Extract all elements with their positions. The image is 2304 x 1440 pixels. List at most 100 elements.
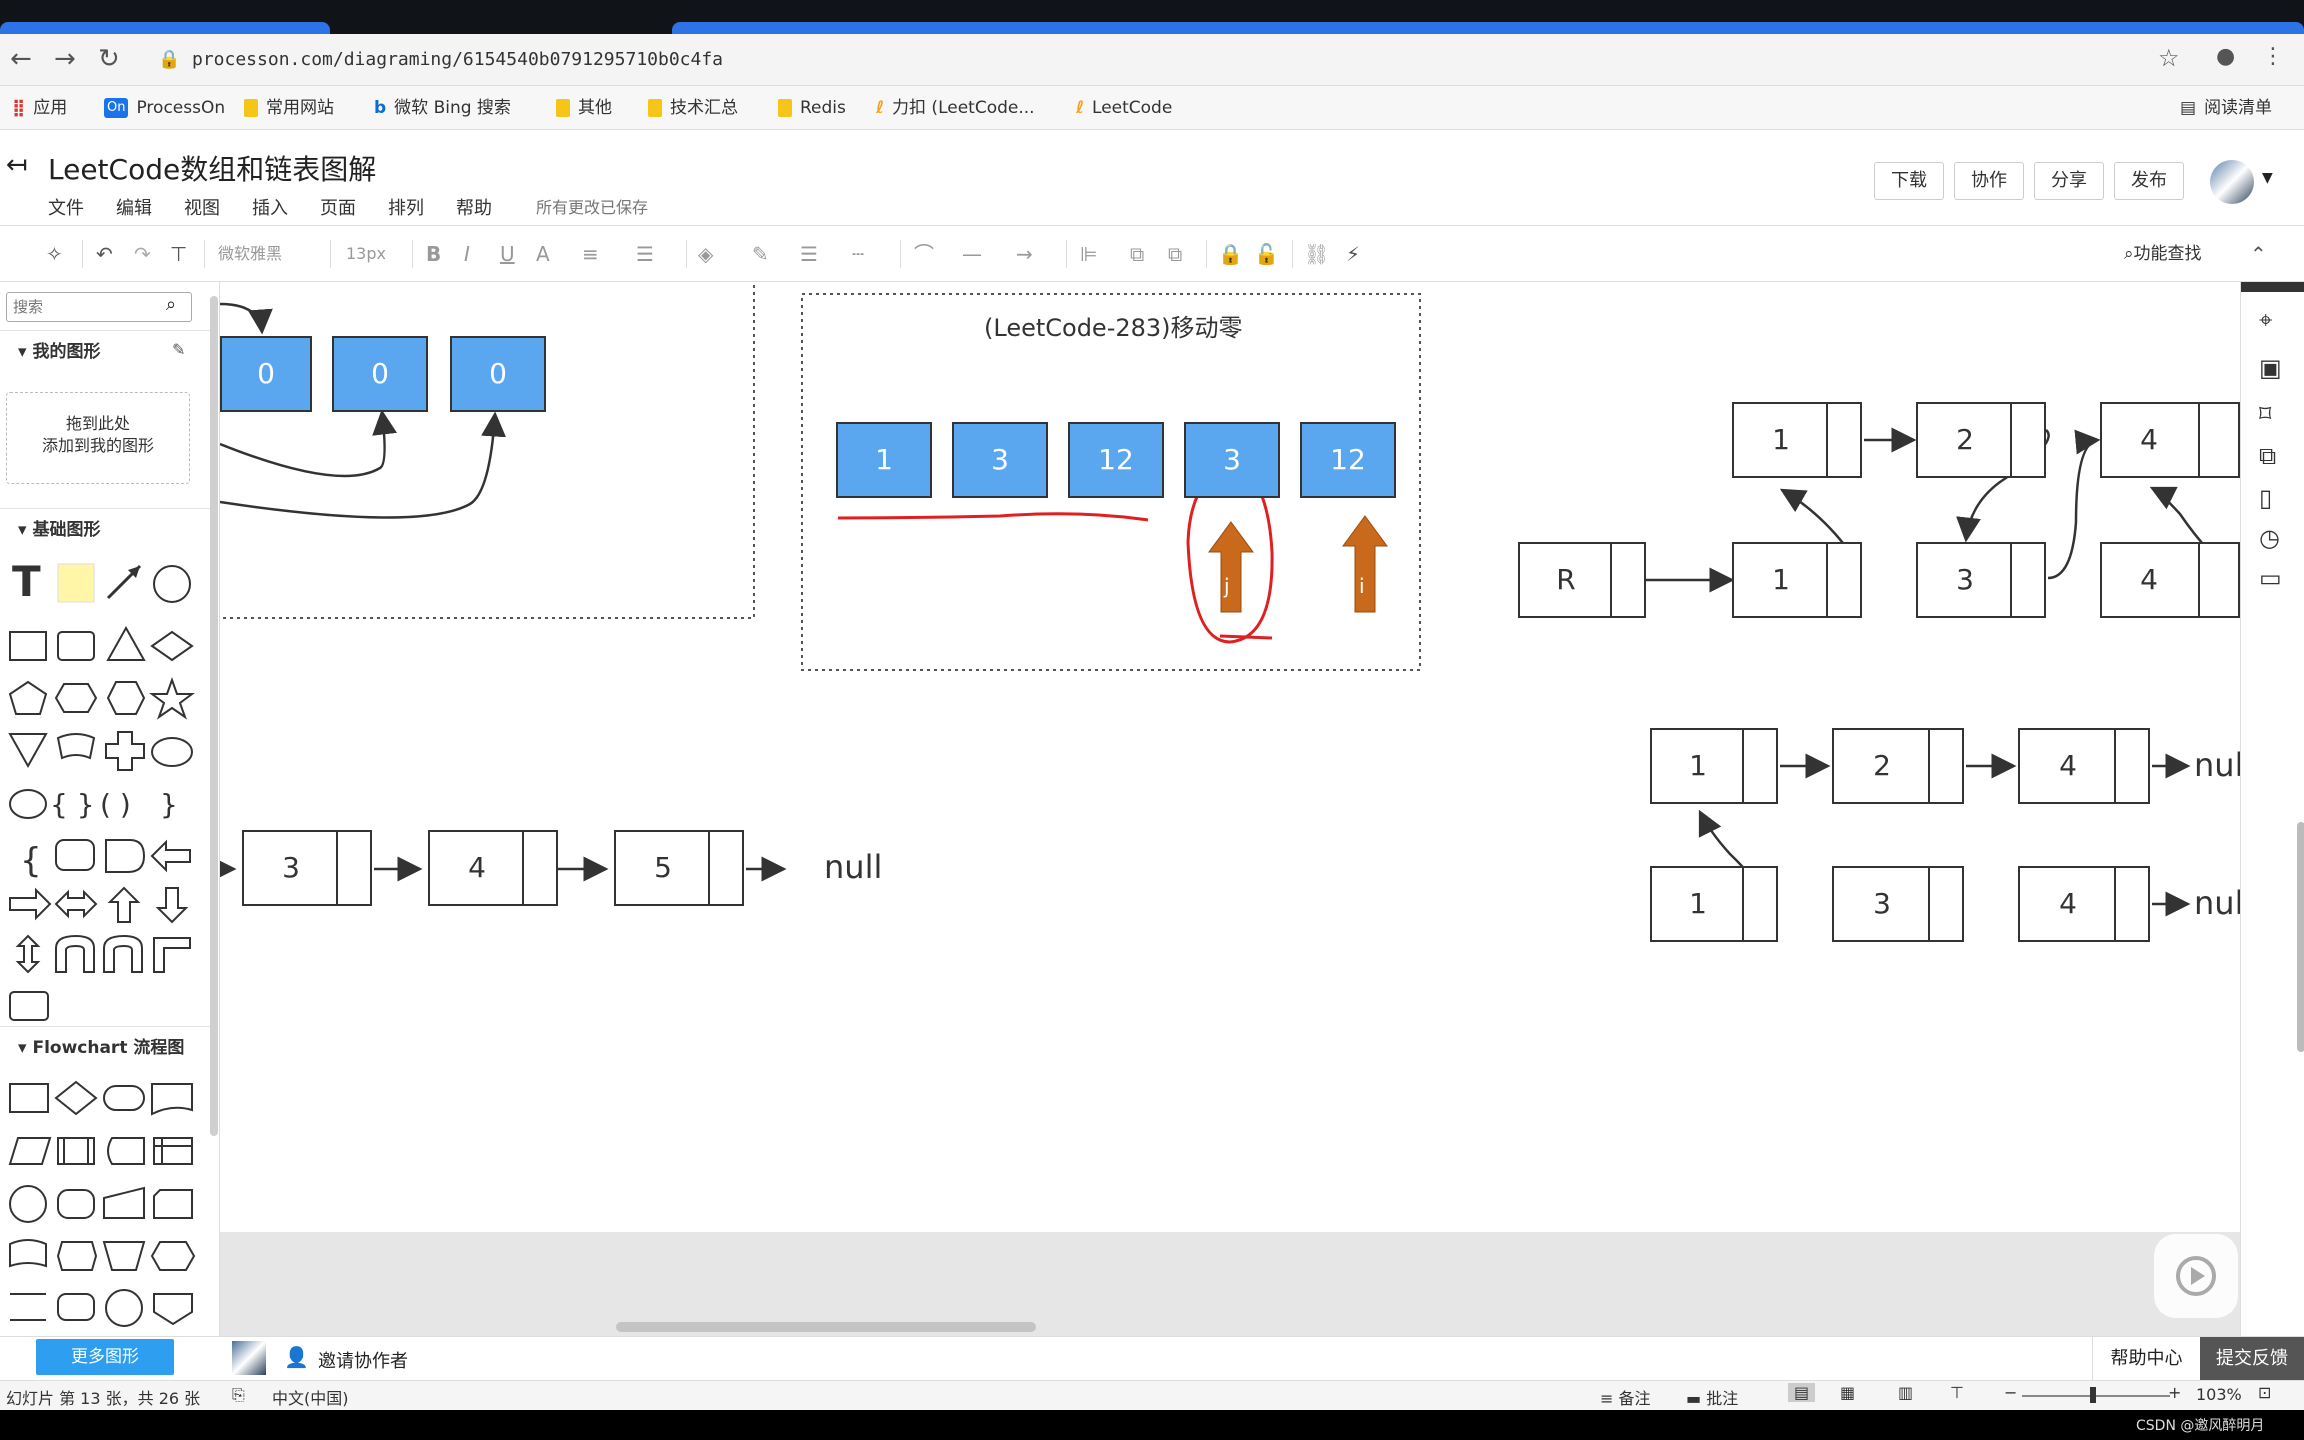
bookmark-leetcode[interactable]: ℓ LeetCode <box>1076 86 1172 130</box>
clear-format-icon[interactable]: ⊤ <box>170 240 187 268</box>
font-size-select[interactable]: 13px <box>346 240 386 268</box>
lock-icon[interactable]: 🔒 <box>1218 240 1243 268</box>
chevron-down-icon[interactable]: ▼ <box>2262 170 2273 186</box>
collaborator-avatar[interactable] <box>232 1341 266 1375</box>
list-node[interactable]: 1 <box>1732 542 1862 618</box>
edit-icon[interactable]: ✎ <box>172 340 185 359</box>
flowchart-header[interactable]: ▾ Flowchart 流程图 <box>0 1026 210 1068</box>
basic-shapes-grid[interactable]: T { } ( ) } { <box>0 552 210 1032</box>
list-node[interactable]: 4 <box>2018 866 2150 942</box>
comments-button[interactable]: ▬ 批注 <box>1686 1385 1738 1409</box>
slideshow-icon[interactable]: ⊤ <box>1950 1383 1964 1402</box>
zero-cell[interactable]: 0 <box>450 336 546 412</box>
undo-icon[interactable]: ↶ <box>96 240 113 268</box>
array-cell[interactable]: 1 <box>836 422 932 498</box>
array-cell[interactable]: 3 <box>1184 422 1280 498</box>
menu-insert[interactable]: 插入 <box>252 194 288 220</box>
address-bar[interactable]: 🔒 processon.com/diagraming/6154540b07912… <box>142 42 2174 78</box>
list-node[interactable]: 4 <box>2100 402 2240 478</box>
more-shapes-button[interactable]: 更多图形 <box>36 1339 174 1375</box>
list-node[interactable]: 4 <box>428 830 558 906</box>
menu-page[interactable]: 页面 <box>320 194 356 220</box>
bookmark-redis[interactable]: Redis <box>778 86 846 130</box>
my-shapes-dropzone[interactable]: 拖到此处 添加到我的图形 <box>6 392 190 484</box>
sidebar-scrollbar[interactable] <box>210 296 218 1136</box>
redo-icon[interactable]: ↷ <box>134 240 151 268</box>
list-node[interactable]: 2 <box>1916 402 2046 478</box>
italic-button[interactable]: I <box>464 240 470 268</box>
zoom-in-icon[interactable]: + <box>2168 1383 2181 1402</box>
list-node[interactable]: 5 <box>614 830 744 906</box>
feature-search[interactable]: ⌕功能查找 <box>2124 240 2202 268</box>
spellcheck-icon[interactable]: ⎘ <box>232 1385 245 1405</box>
document-title[interactable]: LeetCode数组和链表图解 <box>48 148 376 188</box>
publish-button[interactable]: 发布 <box>2114 162 2184 200</box>
collapse-toolbar-icon[interactable]: ⌃ <box>2250 240 2267 268</box>
bookmark-star-icon[interactable]: ☆ <box>2158 44 2180 72</box>
normal-view-icon[interactable]: ▤ <box>1788 1383 1816 1402</box>
notes-button[interactable]: ≡ 备注 <box>1600 1385 1651 1409</box>
send-back-icon[interactable]: ⧉ <box>1168 240 1182 268</box>
share-button[interactable]: 分享 <box>2034 162 2104 200</box>
null-label[interactable]: null <box>824 848 882 886</box>
font-color-button[interactable]: A <box>536 240 550 268</box>
list-node[interactable]: 1 <box>1650 728 1778 804</box>
page-setup-icon[interactable]: ⌑ <box>2259 400 2271 428</box>
menu-view[interactable]: 视图 <box>184 194 220 220</box>
unlock-icon[interactable]: 🔓 <box>1254 240 1279 268</box>
language-indicator[interactable]: 中文(中国) <box>272 1385 349 1409</box>
bookmark-bing[interactable]: b 微软 Bing 搜索 <box>374 86 511 130</box>
collab-button[interactable]: 协作 <box>1954 162 2024 200</box>
bookmark-leetcode-cn[interactable]: ℓ 力扣 (LeetCode... <box>876 86 1035 130</box>
style-icon[interactable]: ▣ <box>2259 354 2282 382</box>
list-node[interactable]: 3 <box>242 830 372 906</box>
zoom-slider[interactable] <box>2022 1395 2170 1397</box>
help-center-button[interactable]: 帮助中心 <box>2092 1337 2200 1381</box>
horizontal-scrollbar[interactable] <box>616 1322 1036 1332</box>
zoom-out-icon[interactable]: − <box>2004 1383 2017 1402</box>
menu-arrange[interactable]: 排列 <box>388 194 424 220</box>
back-arrow-icon[interactable]: ↤ <box>6 150 28 180</box>
basic-shapes-header[interactable]: ▾ 基础图形 <box>0 508 210 550</box>
align-icon[interactable]: ≡ <box>582 240 599 268</box>
download-button[interactable]: 下载 <box>1874 162 1944 200</box>
null-label[interactable]: null <box>2194 746 2240 784</box>
flowchart-shapes-grid[interactable] <box>0 1072 210 1332</box>
format-painter-icon[interactable]: ✧ <box>46 240 63 268</box>
align-objects-icon[interactable]: ⊫ <box>1080 240 1097 268</box>
bookmark-apps[interactable]: ⣿ 应用 <box>12 86 67 130</box>
list-node[interactable]: R <box>1518 542 1646 618</box>
profile-icon[interactable]: ● <box>2216 44 2235 69</box>
reload-icon[interactable]: ↻ <box>98 44 120 74</box>
list-node[interactable]: 3 <box>1916 542 2046 618</box>
zero-cell[interactable]: 0 <box>220 336 312 412</box>
list-node[interactable]: 4 <box>2018 728 2150 804</box>
array-cell[interactable]: 12 <box>1068 422 1164 498</box>
zoom-slider-thumb[interactable] <box>2090 1387 2096 1403</box>
link-icon[interactable]: ⛓ <box>1304 240 1329 268</box>
line-style-icon[interactable]: ┄ <box>852 240 864 268</box>
search-icon[interactable]: ⌕ <box>166 294 176 315</box>
list-node[interactable]: 1 <box>1732 402 1862 478</box>
line-width-icon[interactable]: ☰ <box>800 240 818 268</box>
menu-help[interactable]: 帮助 <box>456 194 492 220</box>
reading-view-icon[interactable]: ▥ <box>1898 1383 1913 1402</box>
vertical-scrollbar[interactable] <box>2297 822 2304 1052</box>
menu-edit[interactable]: 编辑 <box>116 194 152 220</box>
bookmark-common-sites[interactable]: 常用网站 <box>244 86 334 130</box>
list-node[interactable]: 4 <box>2100 542 2240 618</box>
font-family-select[interactable]: 微软雅黑 <box>218 240 282 268</box>
list-node[interactable]: 3 <box>1832 866 1964 942</box>
reading-list[interactable]: ▤ 阅读清单 <box>2180 86 2272 130</box>
user-avatar[interactable] <box>2210 160 2254 204</box>
navigator-icon[interactable]: ⌖ <box>2259 306 2273 334</box>
browser-tab[interactable] <box>0 22 330 34</box>
null-label[interactable]: null <box>2194 884 2240 922</box>
array-cell[interactable]: 3 <box>952 422 1048 498</box>
zero-cell[interactable]: 0 <box>332 336 428 412</box>
forward-icon[interactable]: → <box>54 44 76 74</box>
invite-collaborator[interactable]: 邀请协作者 <box>318 1347 408 1373</box>
page-icon[interactable]: ▯ <box>2259 484 2272 512</box>
list-icon[interactable]: ☰ <box>636 240 654 268</box>
fill-color-icon[interactable]: ◈ <box>698 240 713 268</box>
